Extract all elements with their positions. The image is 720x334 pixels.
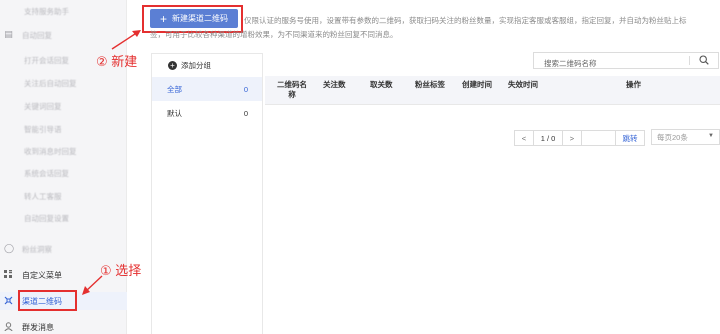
select-highlight-box bbox=[18, 290, 77, 311]
column-header-expires: 失效时间 bbox=[508, 80, 538, 89]
user-icon bbox=[4, 322, 13, 332]
sidebar-item-reply-settings[interactable]: 自动回复设置 bbox=[24, 213, 69, 224]
sidebar-item-broadcast[interactable]: 群发消息 bbox=[22, 322, 54, 333]
group-name: 全部 bbox=[167, 84, 182, 94]
add-group-button[interactable]: + 添加分组 bbox=[168, 60, 211, 71]
annotation-step-new: ② 新建 bbox=[96, 54, 138, 69]
group-count: 0 bbox=[243, 108, 248, 118]
per-page-value: 每页20条 bbox=[657, 132, 688, 142]
column-header-created: 创建时间 bbox=[462, 80, 492, 89]
column-header-name: 二维码名称 bbox=[277, 80, 307, 99]
group-row-default[interactable]: 默认 0 bbox=[152, 101, 262, 125]
sidebar-item-keyword-reply[interactable]: 关键词回复 bbox=[24, 101, 62, 112]
new-button-label: 新建渠道二维码 bbox=[172, 14, 228, 23]
description-line-2: 签，可用于比较各种渠道的增粉效果，为不同渠道来的粉丝回复不同消息。 bbox=[150, 30, 398, 39]
sidebar-item-fans-insight[interactable]: 粉丝洞察 bbox=[22, 244, 52, 255]
table-header: 二维码名称 关注数 取关数 粉丝标签 创建时间 失效时间 操作 bbox=[265, 76, 720, 105]
sidebar-item-smart-guide[interactable]: 智能引导语 bbox=[24, 124, 62, 135]
sidebar-item-session-reply[interactable]: 打开会话回复 bbox=[24, 55, 69, 66]
column-header-unfollows: 取关数 bbox=[370, 80, 393, 89]
fans-icon: ◯ bbox=[4, 243, 15, 253]
sidebar-item-auto-reply[interactable]: 自动回复 bbox=[22, 30, 52, 41]
sidebar-item-support-assistant[interactable]: 支持服务助手 bbox=[24, 6, 69, 17]
annotation-step-select: ① 选择 bbox=[100, 263, 142, 278]
chat-icon: ▤ bbox=[4, 29, 13, 39]
column-header-actions: 操作 bbox=[626, 80, 641, 89]
qrcode-icon bbox=[4, 296, 13, 305]
plus-icon: + bbox=[159, 11, 167, 26]
sidebar-item-transfer-agent[interactable]: 转人工客服 bbox=[24, 191, 62, 202]
chevron-down-icon: ▼ bbox=[708, 133, 714, 139]
sidebar-item-follow-reply[interactable]: 关注后自动回复 bbox=[24, 78, 77, 89]
search-icon[interactable] bbox=[699, 55, 709, 65]
page-jump-input[interactable] bbox=[581, 130, 616, 146]
sidebar-item-message-reply[interactable]: 收到消息时回复 bbox=[24, 146, 77, 157]
plus-circle-icon: + bbox=[168, 61, 177, 70]
page-info: 1 / 0 bbox=[533, 130, 563, 146]
search-box bbox=[533, 52, 719, 71]
search-divider bbox=[689, 56, 690, 65]
next-page-button[interactable]: > bbox=[562, 130, 582, 146]
sidebar-item-system-reply[interactable]: 系统会话回复 bbox=[24, 168, 69, 179]
description-line-1: 仅限认证的服务号使用，设置带有参数的二维码，获取扫码关注的粉丝数量，实现指定客服… bbox=[244, 16, 687, 25]
column-header-fan-tag: 粉丝标签 bbox=[415, 80, 445, 89]
per-page-select[interactable]: 每页20条 ▼ bbox=[651, 129, 720, 145]
group-name: 默认 bbox=[167, 108, 182, 118]
add-group-label: 添加分组 bbox=[181, 61, 211, 70]
menu-grid-icon bbox=[4, 270, 13, 279]
jump-button[interactable]: 跳转 bbox=[615, 130, 645, 146]
group-count: 0 bbox=[243, 84, 248, 94]
new-channel-qrcode-button[interactable]: + 新建渠道二维码 bbox=[150, 9, 238, 28]
column-header-follows: 关注数 bbox=[323, 80, 346, 89]
group-row-all[interactable]: 全部 0 bbox=[152, 77, 262, 101]
group-panel: + 添加分组 全部 0 默认 0 bbox=[151, 53, 263, 334]
search-input[interactable] bbox=[534, 56, 689, 71]
sidebar-item-custom-menu[interactable]: 自定义菜单 bbox=[22, 270, 62, 281]
prev-page-button[interactable]: < bbox=[514, 130, 534, 146]
